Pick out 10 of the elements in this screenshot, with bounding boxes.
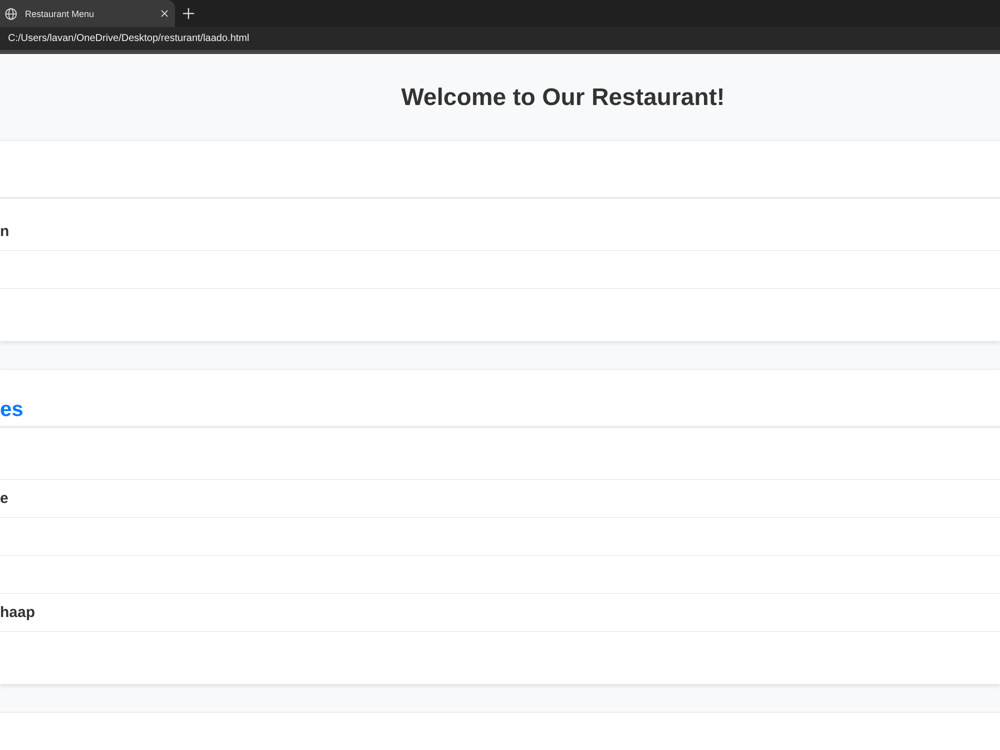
page-title: Welcome to Our Restaurant!: [400, 84, 726, 112]
browser-tab[interactable]: Restaurant Menu: [0, 0, 175, 27]
close-icon[interactable]: [161, 10, 168, 17]
globe-icon: [5, 8, 17, 20]
menu-item-name: e: [0, 490, 8, 507]
section-heading: es: [0, 397, 24, 423]
plus-icon[interactable]: [183, 8, 194, 19]
menu-item-name: n: [0, 223, 10, 240]
menu-item-name: haap: [0, 604, 36, 621]
address-bar[interactable]: C:/Users/lavan/OneDrive/Desktop/resturant/laado.html: [0, 27, 1000, 54]
